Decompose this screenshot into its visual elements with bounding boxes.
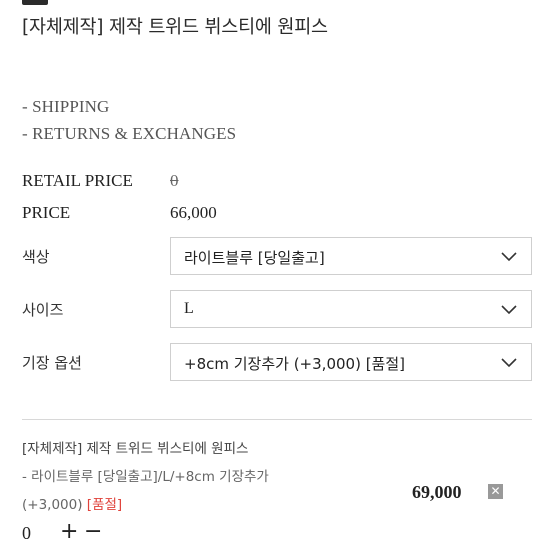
- size-select[interactable]: L: [170, 290, 532, 328]
- selected-item-price: 69,000: [412, 482, 462, 502]
- length-option-label: 기장 옵션: [22, 354, 82, 372]
- color-option-row: 색상 라이트블루 [당일출고]: [22, 237, 532, 275]
- info-links: - SHIPPING - RETURNS & EXCHANGES: [22, 93, 236, 147]
- length-option-row: 기장 옵션 +8cm 기장추가 (+3,000) [품절]: [22, 343, 532, 381]
- chevron-down-icon: [501, 305, 517, 315]
- chevron-down-icon: [501, 358, 517, 368]
- size-option-label: 사이즈: [22, 301, 64, 319]
- shipping-link[interactable]: - SHIPPING: [22, 93, 236, 120]
- size-option-row: 사이즈 L: [22, 290, 532, 328]
- top-badge: [22, 0, 48, 5]
- retail-price-label: RETAIL PRICE: [22, 171, 133, 190]
- length-select-value: +8cm 기장추가 (+3,000) [품절]: [184, 355, 405, 373]
- returns-exchanges-link[interactable]: - RETURNS & EXCHANGES: [22, 120, 236, 147]
- color-select-value: 라이트블루 [당일출고]: [184, 249, 325, 267]
- product-title: [자체제작] 제작 트위드 뷔스티에 원피스: [22, 17, 328, 38]
- chevron-down-icon: [501, 252, 517, 262]
- selected-item-extra: (+3,000) [품절]: [22, 493, 122, 513]
- divider: [22, 419, 532, 420]
- quantity-increase-button[interactable]: +: [60, 521, 78, 543]
- color-option-label: 색상: [22, 248, 50, 266]
- quantity-value[interactable]: 0: [22, 523, 31, 544]
- length-select[interactable]: +8cm 기장추가 (+3,000) [품절]: [170, 343, 532, 381]
- price-label: PRICE: [22, 203, 71, 222]
- quantity-decrease-button[interactable]: −: [84, 521, 102, 543]
- color-select[interactable]: 라이트블루 [당일출고]: [170, 237, 532, 275]
- size-select-value: L: [184, 300, 194, 317]
- selected-item-extra-price: (+3,000): [22, 497, 83, 513]
- soldout-badge: [품절]: [86, 497, 123, 513]
- retail-price-value: 0: [170, 171, 179, 190]
- remove-item-button[interactable]: ✕: [488, 484, 503, 499]
- selected-item-options: - 라이트블루 [당일출고]/L/+8cm 기장추가: [22, 469, 269, 485]
- selected-item-title: [자체제작] 제작 트위드 뷔스티에 원피스: [22, 441, 249, 457]
- price-value: 66,000: [170, 203, 217, 222]
